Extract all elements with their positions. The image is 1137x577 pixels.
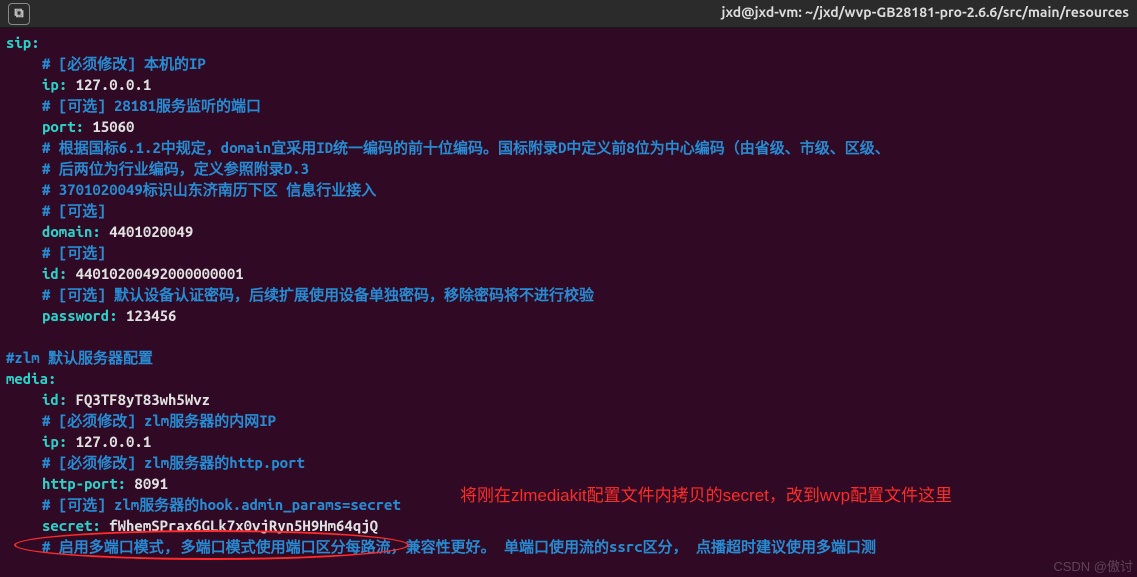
yaml-value: 44010200492000000001	[76, 265, 244, 282]
colon: :	[92, 223, 109, 240]
yaml-value: 4401020049	[109, 223, 193, 240]
comment-text: # 后两位为行业编码，定义参照附录D.3	[42, 160, 309, 177]
comment-text: #zlm 默认服务器配置	[6, 349, 153, 366]
annotation-text: 将刚在zlmediakit配置文件内拷贝的secret，改到wvp配置文件这里	[460, 484, 1100, 508]
terminal-line: # [必须修改] zlm服务器的http.port	[6, 452, 1131, 473]
window-titlebar: ⧉ jxd@jxd-vm: ~/jxd/wvp-GB28181-pro-2.6.…	[0, 0, 1137, 28]
terminal-line: ip: 127.0.0.1	[6, 74, 1131, 95]
yaml-key: http-port	[42, 475, 118, 492]
yaml-value: FQ3TF8yT83wh5Wvz	[76, 391, 210, 408]
comment-text: # [必须修改] zlm服务器的http.port	[42, 454, 305, 471]
yaml-key: port	[42, 118, 76, 135]
yaml-key: password	[42, 307, 109, 324]
new-tab-icon[interactable]: ⧉	[8, 3, 30, 25]
yaml-key: sip	[6, 34, 31, 51]
comment-text: # [必须修改] zlm服务器的内网IP	[42, 412, 276, 429]
terminal-line: sip:	[6, 32, 1131, 53]
terminal-line: id: 44010200492000000001	[6, 263, 1131, 284]
yaml-value: 15060	[92, 118, 134, 135]
colon: :	[92, 517, 109, 534]
colon: :	[76, 118, 93, 135]
terminal-line: password: 123456	[6, 305, 1131, 326]
yaml-value: 8091	[134, 475, 168, 492]
colon: :	[59, 391, 76, 408]
terminal-line: # [必须修改] 本机的IP	[6, 53, 1131, 74]
comment-text: # [可选] 默认设备认证密码，后续扩展使用设备单独密码，移除密码将不进行校验	[42, 286, 594, 303]
terminal-line: domain: 4401020049	[6, 221, 1131, 242]
terminal-line	[6, 326, 1131, 347]
yaml-value: 123456	[126, 307, 176, 324]
terminal-line: # [可选]	[6, 200, 1131, 221]
terminal-line: id: FQ3TF8yT83wh5Wvz	[6, 389, 1131, 410]
colon: :	[31, 34, 39, 51]
terminal-line: # 根据国标6.1.2中规定，domain宜采用ID统一编码的前十位编码。国标附…	[6, 137, 1131, 158]
terminal-line: # 3701020049标识山东济南历下区 信息行业接入	[6, 179, 1131, 200]
colon: :	[59, 433, 76, 450]
colon: :	[59, 76, 76, 93]
yaml-key: media	[6, 370, 48, 387]
comment-text: # 启用多端口模式, 多端口模式使用端口区分每路流，兼容性更好。 单端口使用流的…	[42, 538, 876, 555]
yaml-key: secret	[42, 517, 92, 534]
terminal-line: # 后两位为行业编码，定义参照附录D.3	[6, 158, 1131, 179]
terminal-line: # [可选] 默认设备认证密码，后续扩展使用设备单独密码，移除密码将不进行校验	[6, 284, 1131, 305]
colon: :	[109, 307, 126, 324]
window-title: jxd@jxd-vm: ~/jxd/wvp-GB28181-pro-2.6.6/…	[722, 4, 1129, 20]
terminal-line: # 启用多端口模式, 多端口模式使用端口区分每路流，兼容性更好。 单端口使用流的…	[6, 536, 1131, 557]
comment-text: # [可选] zlm服务器的hook.admin_params=secret	[42, 496, 401, 513]
colon: :	[48, 370, 56, 387]
colon: :	[118, 475, 135, 492]
terminal-line: secret: fWhemSPrax6GLk7x0vjRyn5H9Hm64qjQ	[6, 515, 1131, 536]
terminal-content[interactable]: sip:# [必须修改] 本机的IPip: 127.0.0.1# [可选] 28…	[0, 28, 1137, 561]
comment-text: # [可选] 28181服务监听的端口	[42, 97, 261, 114]
yaml-value: 127.0.0.1	[76, 433, 152, 450]
yaml-key: ip	[42, 76, 59, 93]
new-tab-glyph: ⧉	[14, 6, 23, 21]
yaml-key: domain	[42, 223, 92, 240]
comment-text: # [可选]	[42, 202, 106, 219]
comment-text: # 3701020049标识山东济南历下区 信息行业接入	[42, 181, 376, 198]
watermark: CSDN @傲讨	[1053, 556, 1133, 575]
comment-text: # [可选]	[42, 244, 106, 261]
comment-text: # [必须修改] 本机的IP	[42, 55, 206, 72]
terminal-line: # [可选]	[6, 242, 1131, 263]
terminal-line: #zlm 默认服务器配置	[6, 347, 1131, 368]
comment-text: # 根据国标6.1.2中规定，domain宜采用ID统一编码的前十位编码。国标附…	[42, 139, 890, 156]
colon: :	[59, 265, 76, 282]
terminal-line: # [必须修改] zlm服务器的内网IP	[6, 410, 1131, 431]
yaml-key: id	[42, 265, 59, 282]
terminal-line: media:	[6, 368, 1131, 389]
terminal-line: # [可选] 28181服务监听的端口	[6, 95, 1131, 116]
yaml-value: fWhemSPrax6GLk7x0vjRyn5H9Hm64qjQ	[109, 517, 378, 534]
yaml-value: 127.0.0.1	[76, 76, 152, 93]
terminal-line: port: 15060	[6, 116, 1131, 137]
yaml-key: id	[42, 391, 59, 408]
yaml-key: ip	[42, 433, 59, 450]
terminal-line: ip: 127.0.0.1	[6, 431, 1131, 452]
